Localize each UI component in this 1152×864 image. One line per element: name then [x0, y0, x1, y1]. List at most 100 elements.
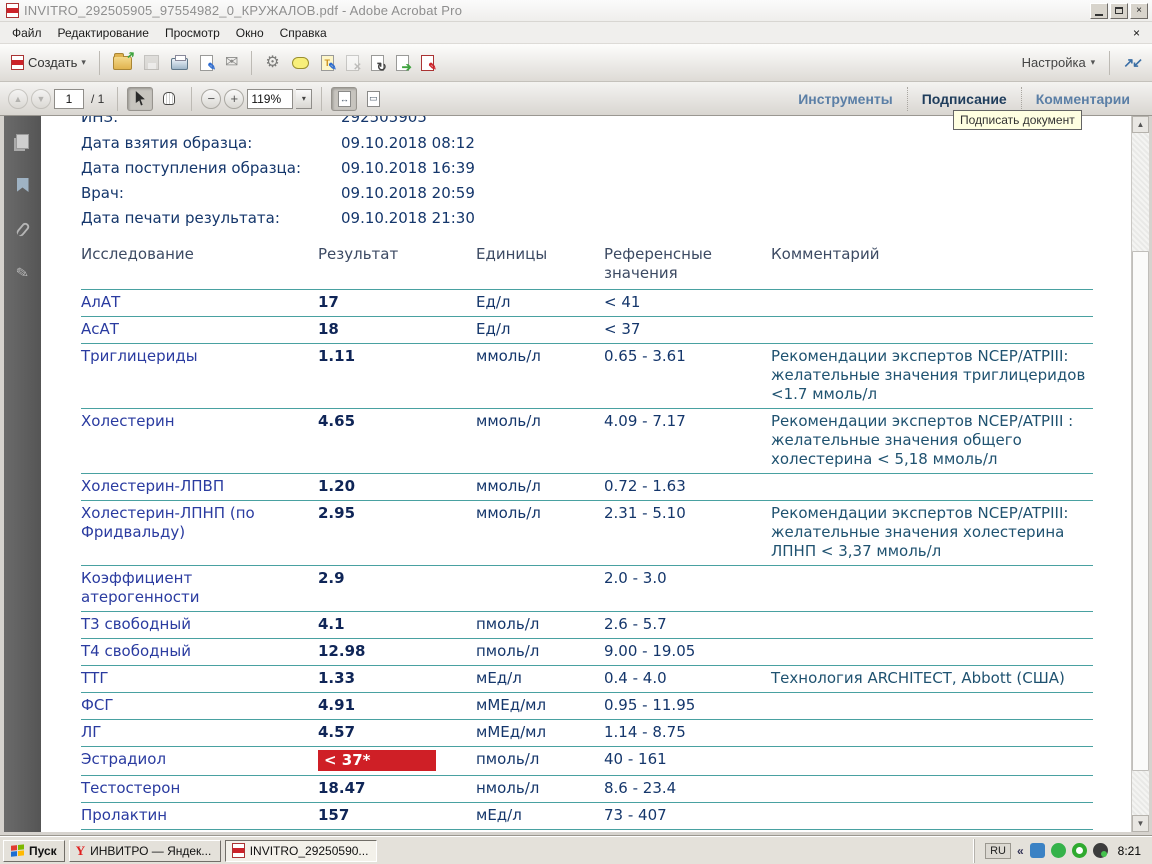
- test-name: Т3 свободный: [81, 615, 318, 634]
- close-button[interactable]: ×: [1130, 3, 1148, 19]
- test-units: мЕд/л: [476, 669, 604, 688]
- edit-form-button[interactable]: ✎: [416, 52, 439, 74]
- tab-comments[interactable]: Комментарии: [1021, 87, 1144, 111]
- close-document-icon[interactable]: ×: [1125, 26, 1148, 40]
- delete-pages-icon: ✕: [346, 55, 359, 71]
- test-result: 4.57: [318, 723, 476, 742]
- toolbar-separator: [321, 87, 322, 111]
- close-icon: ×: [1136, 6, 1142, 16]
- info-row: Врач: 09.10.2018 20:59: [81, 180, 1093, 205]
- tray-icon-dark[interactable]: [1093, 843, 1108, 858]
- system-tray: RU « 8:21: [974, 839, 1149, 863]
- test-units: пмоль/л: [476, 642, 604, 661]
- tooltip: Подписать документ: [953, 110, 1082, 130]
- export-button[interactable]: ➔: [391, 52, 414, 74]
- bookmarks-button[interactable]: [10, 172, 36, 198]
- create-pdf-button[interactable]: Создать ▾: [6, 52, 91, 73]
- add-comment-button[interactable]: [287, 54, 314, 72]
- sign-document-button[interactable]: ✎: [195, 52, 218, 74]
- ocr-page-icon: ↻: [371, 55, 384, 71]
- attachments-button[interactable]: [10, 216, 36, 242]
- ocr-button[interactable]: ↻: [366, 52, 389, 74]
- menu-item[interactable]: Окно: [228, 23, 272, 43]
- test-result: 2.9: [318, 569, 476, 607]
- minimize-button[interactable]: [1090, 3, 1108, 19]
- column-header: Комментарий: [771, 245, 1093, 283]
- test-result: 18: [318, 320, 476, 339]
- test-comment: [771, 477, 1093, 496]
- open-folder-icon: [113, 56, 132, 70]
- fit-page-button[interactable]: [360, 87, 386, 111]
- table-row: ТТГ 1.33 мЕд/л 0.4 - 4.0 Технология ARCH…: [81, 666, 1093, 693]
- yandex-icon: Y: [76, 843, 85, 859]
- scrollbar-track[interactable]: [1132, 133, 1149, 815]
- email-icon: ✉: [225, 55, 238, 71]
- reading-mode-button[interactable]: ↗↙: [1118, 52, 1146, 74]
- zoom-dropdown-button[interactable]: ▾: [296, 89, 312, 109]
- info-label: Дата печати результата:: [81, 209, 341, 227]
- add-text-button[interactable]: T✎: [316, 52, 339, 74]
- test-units: мМЕд/мл: [476, 696, 604, 715]
- table-row: Коэффициент атерогенности 2.9 2.0 - 3.0: [81, 566, 1093, 612]
- save-button[interactable]: [139, 52, 164, 73]
- vertical-scrollbar[interactable]: ▲ ▼: [1131, 116, 1149, 832]
- create-pdf-icon: [11, 55, 24, 70]
- test-name: АсАТ: [81, 320, 318, 339]
- zoom-in-button[interactable]: +: [224, 89, 244, 109]
- tab-tools[interactable]: Инструменты: [784, 87, 907, 111]
- menu-item[interactable]: Файл: [4, 23, 50, 43]
- scroll-up-button[interactable]: ▲: [1132, 116, 1149, 133]
- pdf-icon: [232, 843, 245, 858]
- email-button[interactable]: ✉: [220, 52, 243, 74]
- menu-item[interactable]: Редактирование: [50, 23, 157, 43]
- main-toolbar: Создать ▾ ✎ ✉ ⚙ T✎ ✕ ↻ ➔ ✎ Настройка ▾ ↗…: [0, 44, 1152, 82]
- tray-collapse-icon[interactable]: «: [1017, 844, 1024, 858]
- reference-range: 0.95 - 11.95: [604, 696, 771, 715]
- test-name: ЛГ: [81, 723, 318, 742]
- table-row: АлАТ 17 Ед/л < 41: [81, 290, 1093, 317]
- previous-page-button[interactable]: ▲: [8, 89, 28, 109]
- menu-item[interactable]: Просмотр: [157, 23, 228, 43]
- next-page-button[interactable]: ▼: [31, 89, 51, 109]
- language-indicator[interactable]: RU: [985, 843, 1011, 859]
- table-row: ЛГ 4.57 мМЕд/мл 1.14 - 8.75: [81, 720, 1093, 747]
- select-tool-button[interactable]: [127, 87, 153, 111]
- settings-gear-button[interactable]: ⚙: [260, 52, 284, 74]
- test-name: Коэффициент атерогенности: [81, 569, 318, 607]
- reference-range: 40 - 161: [604, 750, 771, 771]
- bookmark-icon: [17, 178, 29, 192]
- taskbar-task-button[interactable]: Y ИНВИТРО — Яндек...: [69, 840, 221, 862]
- signatures-button[interactable]: ✎: [10, 260, 36, 286]
- open-file-button[interactable]: [108, 53, 137, 73]
- scroll-down-button[interactable]: ▼: [1132, 815, 1149, 832]
- reference-range: 2.0 - 3.0: [604, 569, 771, 607]
- taskbar-task-button[interactable]: INVITRO_29250590...: [225, 840, 377, 862]
- scrollbar-thumb[interactable]: [1132, 251, 1149, 771]
- hand-tool-button[interactable]: [156, 87, 182, 111]
- menu-item[interactable]: Справка: [272, 23, 335, 43]
- delete-pages-button[interactable]: ✕: [341, 52, 364, 74]
- zoom-level-input[interactable]: [247, 89, 293, 109]
- test-name: Тестостерон: [81, 779, 318, 798]
- tray-icon-blue[interactable]: [1030, 843, 1045, 858]
- column-header: Единицы: [476, 245, 604, 283]
- test-result: < 37*: [318, 750, 476, 771]
- tray-icon-ring[interactable]: [1072, 843, 1087, 858]
- page-thumbnails-button[interactable]: [10, 128, 36, 154]
- test-units: Ед/л: [476, 293, 604, 312]
- tab-sign[interactable]: Подписание: [907, 87, 1021, 111]
- tray-icon-green[interactable]: [1051, 843, 1066, 858]
- print-button[interactable]: [166, 52, 193, 73]
- customize-toolbar-button[interactable]: Настройка ▾: [1016, 52, 1102, 73]
- add-text-icon: T✎: [321, 55, 334, 71]
- windows-logo-icon: [11, 844, 25, 857]
- clipped-info-row: ИНЗ: 292505905: [81, 116, 1093, 125]
- panel-tabs: Инструменты Подписание Комментарии: [784, 87, 1144, 111]
- zoom-out-button[interactable]: −: [201, 89, 221, 109]
- test-result: 4.91: [318, 696, 476, 715]
- start-button[interactable]: Пуск: [3, 840, 65, 862]
- fit-width-button[interactable]: [331, 87, 357, 111]
- page-number-input[interactable]: [54, 89, 84, 109]
- page-thumbnails-icon: [16, 134, 29, 149]
- restore-button[interactable]: [1110, 3, 1128, 19]
